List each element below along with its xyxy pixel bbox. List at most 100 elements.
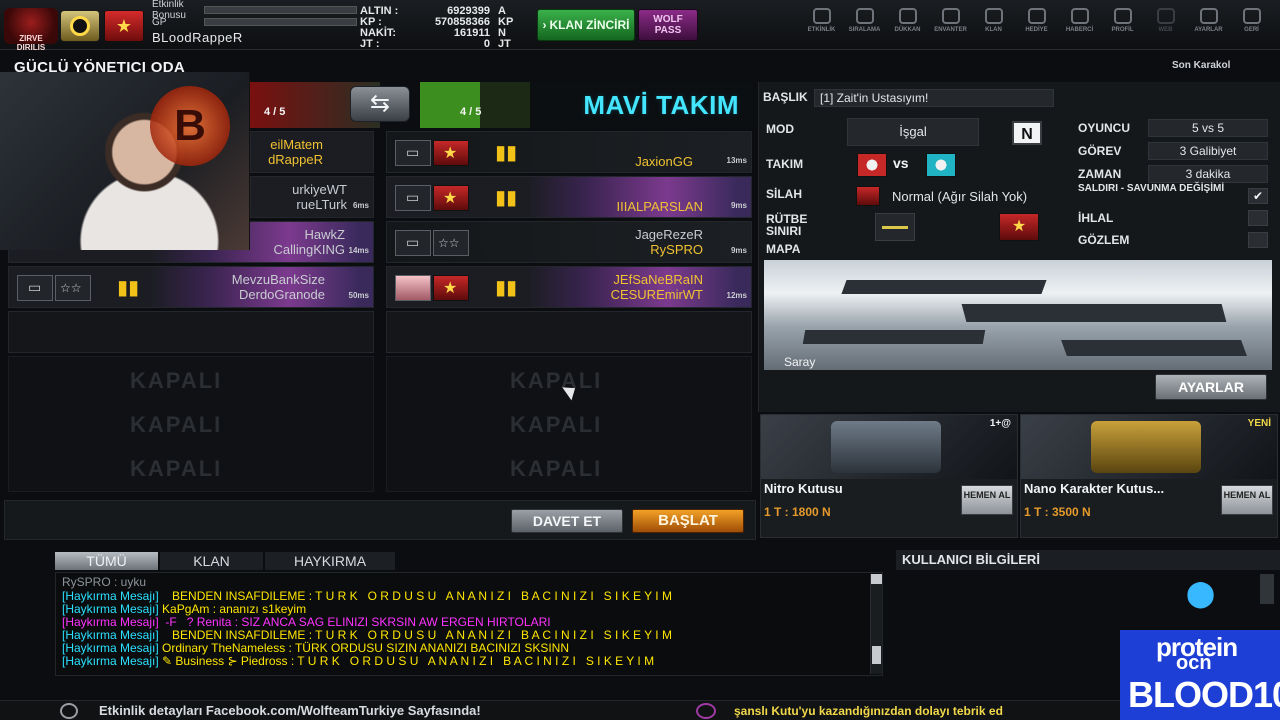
weapon-label: SİLAH — [766, 187, 802, 201]
tab-shout[interactable]: HAYKIRMA — [265, 552, 395, 570]
game-logo: ZIRVE DIRILIS — [4, 8, 58, 52]
promo-code: BLOOD10 — [1128, 674, 1280, 715]
map-preview[interactable] — [764, 260, 1272, 370]
red-empty-slot[interactable] — [8, 311, 374, 353]
web-icon — [1156, 8, 1175, 24]
closed-slot[interactable]: KAPALI — [130, 368, 222, 394]
red-player-slot[interactable]: urkiyeWT rueLTurk 6ms — [250, 176, 374, 218]
wolf-icon — [855, 8, 874, 24]
nav-back[interactable]: GERİ — [1230, 8, 1273, 33]
rank-min-icon[interactable] — [875, 213, 915, 241]
weapon-value[interactable]: Normal (Ağır Silah Yok) — [892, 189, 1027, 204]
chat-tabs: TÜMÜ KLAN HAYKIRMA — [55, 552, 397, 570]
ready-icon: ▮▮ — [495, 142, 518, 164]
rank-icon — [433, 140, 469, 166]
mode-select[interactable]: İşgal — [847, 118, 979, 146]
player-name: BLoodRappeR — [152, 30, 243, 45]
start-button[interactable]: BAŞLAT — [632, 509, 744, 533]
status-icon — [395, 140, 431, 166]
nav-web[interactable]: WEB — [1144, 8, 1187, 33]
nav-shop[interactable]: DÜKKAN — [886, 8, 929, 33]
ping: 14ms — [348, 246, 369, 255]
red-player-slot[interactable]: eilMatem dRappeR — [250, 131, 374, 173]
info-icon — [60, 703, 78, 719]
jt-label: JT : — [360, 38, 380, 50]
player-name: MevzuBankSize DerdoGranode — [231, 272, 325, 302]
time-value[interactable]: 3 dakika — [1148, 165, 1268, 183]
closed-slot[interactable]: KAPALI — [510, 368, 602, 394]
clan-chain-button[interactable]: › KLAN ZİNCİRİ — [537, 9, 635, 41]
nav-events[interactable]: ETKİNLİK — [800, 8, 843, 33]
wolf-pass-button[interactable]: WOLF PASS — [638, 9, 698, 41]
red-player-slot[interactable]: ▮▮ MevzuBankSizeDerdoGranode 50ms — [8, 266, 374, 308]
nav-messenger[interactable]: HABERCİ — [1058, 8, 1101, 33]
closed-slot[interactable]: KAPALI — [510, 456, 602, 482]
blue-player-slot[interactable]: ▮▮ JaxionGG 13ms — [386, 131, 752, 173]
rank-icon — [55, 275, 91, 301]
spectate-checkbox[interactable] — [1248, 232, 1268, 248]
clan-badge-icon[interactable] — [60, 10, 100, 42]
rank-max-icon[interactable]: ★ — [999, 213, 1039, 241]
gp-label: GP — [152, 16, 167, 28]
buy-now-button[interactable]: HEMEN AL — [961, 485, 1013, 515]
nav-label: ETKİNLİK — [807, 27, 836, 33]
closed-slot[interactable]: KAPALI — [510, 412, 602, 438]
nav-ranking[interactable]: SIRALAMA — [843, 8, 886, 33]
nav-gift[interactable]: HEDİYE — [1015, 8, 1058, 33]
ping: 9ms — [730, 246, 747, 255]
shop-item-nitro[interactable]: 1+@ Nitro Kutusu 1 T : 1800 N HEMEN AL — [760, 414, 1018, 538]
main-nav: ETKİNLİK SIRALAMA DÜKKAN ENVANTER KLAN H… — [800, 8, 1273, 33]
scroll-thumb[interactable] — [872, 646, 881, 664]
invite-button[interactable]: DAVET ET — [511, 509, 623, 533]
blue-player-slot[interactable]: JageRezeRRySPRO 9ms — [386, 221, 752, 263]
shop-item-tag: YENİ — [1247, 418, 1271, 429]
attack-defense-swap-label: SALDIRI - SAVUNMA DEĞİŞİMİ — [1078, 183, 1225, 194]
blue-player-slot[interactable]: ▮▮ JEfSaNeBRaINCESUREmirWT 12ms — [386, 266, 752, 308]
chat-scrollbar[interactable] — [870, 574, 882, 674]
chat-line: [Haykırma Mesajı] ✎ Business ⊱ Piedross … — [62, 654, 655, 668]
blue-player-slot[interactable]: ▮▮ IIIALPARSLAN 9ms — [386, 176, 752, 218]
ready-icon: ▮▮ — [495, 277, 518, 299]
rank-icon — [433, 185, 469, 211]
nav-inventory[interactable]: ENVANTER — [929, 8, 972, 33]
blue-team-count: 4 / 5 — [460, 106, 482, 118]
shop-item-nano[interactable]: YENİ Nano Karakter Kutus... 1 T : 3500 N… — [1020, 414, 1278, 538]
weapon-icon — [856, 186, 880, 206]
nav-settings[interactable]: AYARLAR — [1187, 8, 1230, 33]
violation-checkbox[interactable] — [1248, 210, 1268, 226]
closed-slot[interactable]: KAPALI — [130, 456, 222, 482]
tab-all[interactable]: TÜMÜ — [55, 552, 158, 570]
tab-clan[interactable]: KLAN — [160, 552, 263, 570]
blue-empty-slot[interactable] — [386, 311, 752, 353]
spectate-label: GÖZLEM — [1078, 233, 1130, 247]
room-right-title: Son Karakol — [1172, 60, 1231, 71]
ticker-right-text: şanslı Kutu'yu kazandığınızdan dolayı te… — [734, 704, 1003, 718]
map-label: MAPA — [766, 242, 801, 256]
attack-defense-swap-checkbox[interactable]: ✔ — [1248, 188, 1268, 204]
ping: 6ms — [352, 201, 369, 210]
chevron-right-icon: › — [542, 18, 547, 32]
nav-label: GERİ — [1244, 27, 1259, 33]
user-info-scrollbar[interactable] — [1260, 574, 1274, 604]
nav-clan[interactable]: KLAN — [972, 8, 1015, 33]
player-name: JaxionGG — [635, 154, 693, 169]
sponsor-banner: protein ocn BLOOD10 — [1120, 630, 1280, 720]
settings-button[interactable]: AYARLAR — [1155, 374, 1267, 400]
player-name: IIIALPARSLAN — [616, 199, 703, 214]
players-value[interactable]: 5 vs 5 — [1148, 119, 1268, 137]
mission-value[interactable]: 3 Galibiyet — [1148, 142, 1268, 160]
promo-line2: ocn — [1176, 652, 1212, 674]
blue-team-name: MAVİ TAKIM — [583, 90, 739, 120]
buy-now-button[interactable]: HEMEN AL — [1221, 485, 1273, 515]
shop-item-title: Nitro Kutusu — [764, 481, 843, 496]
clan-chain-label: KLAN ZİNCİRİ — [549, 18, 630, 32]
nav-profile[interactable]: PROFİL — [1101, 8, 1144, 33]
room-title-field[interactable]: [1] Zait'in Ustasıyım! — [814, 89, 1054, 107]
scroll-up-icon[interactable] — [871, 574, 882, 584]
news-ticker: Etkinlik detayları Facebook.com/Wolfteam… — [0, 700, 1280, 720]
swap-team-button[interactable]: ⇆ — [350, 86, 410, 122]
ready-icon: ▮▮ — [495, 187, 518, 209]
nav-label: HEDİYE — [1025, 27, 1048, 33]
user-info-title: KULLANICI BİLGİLERİ — [896, 550, 1280, 570]
closed-slot[interactable]: KAPALI — [130, 412, 222, 438]
